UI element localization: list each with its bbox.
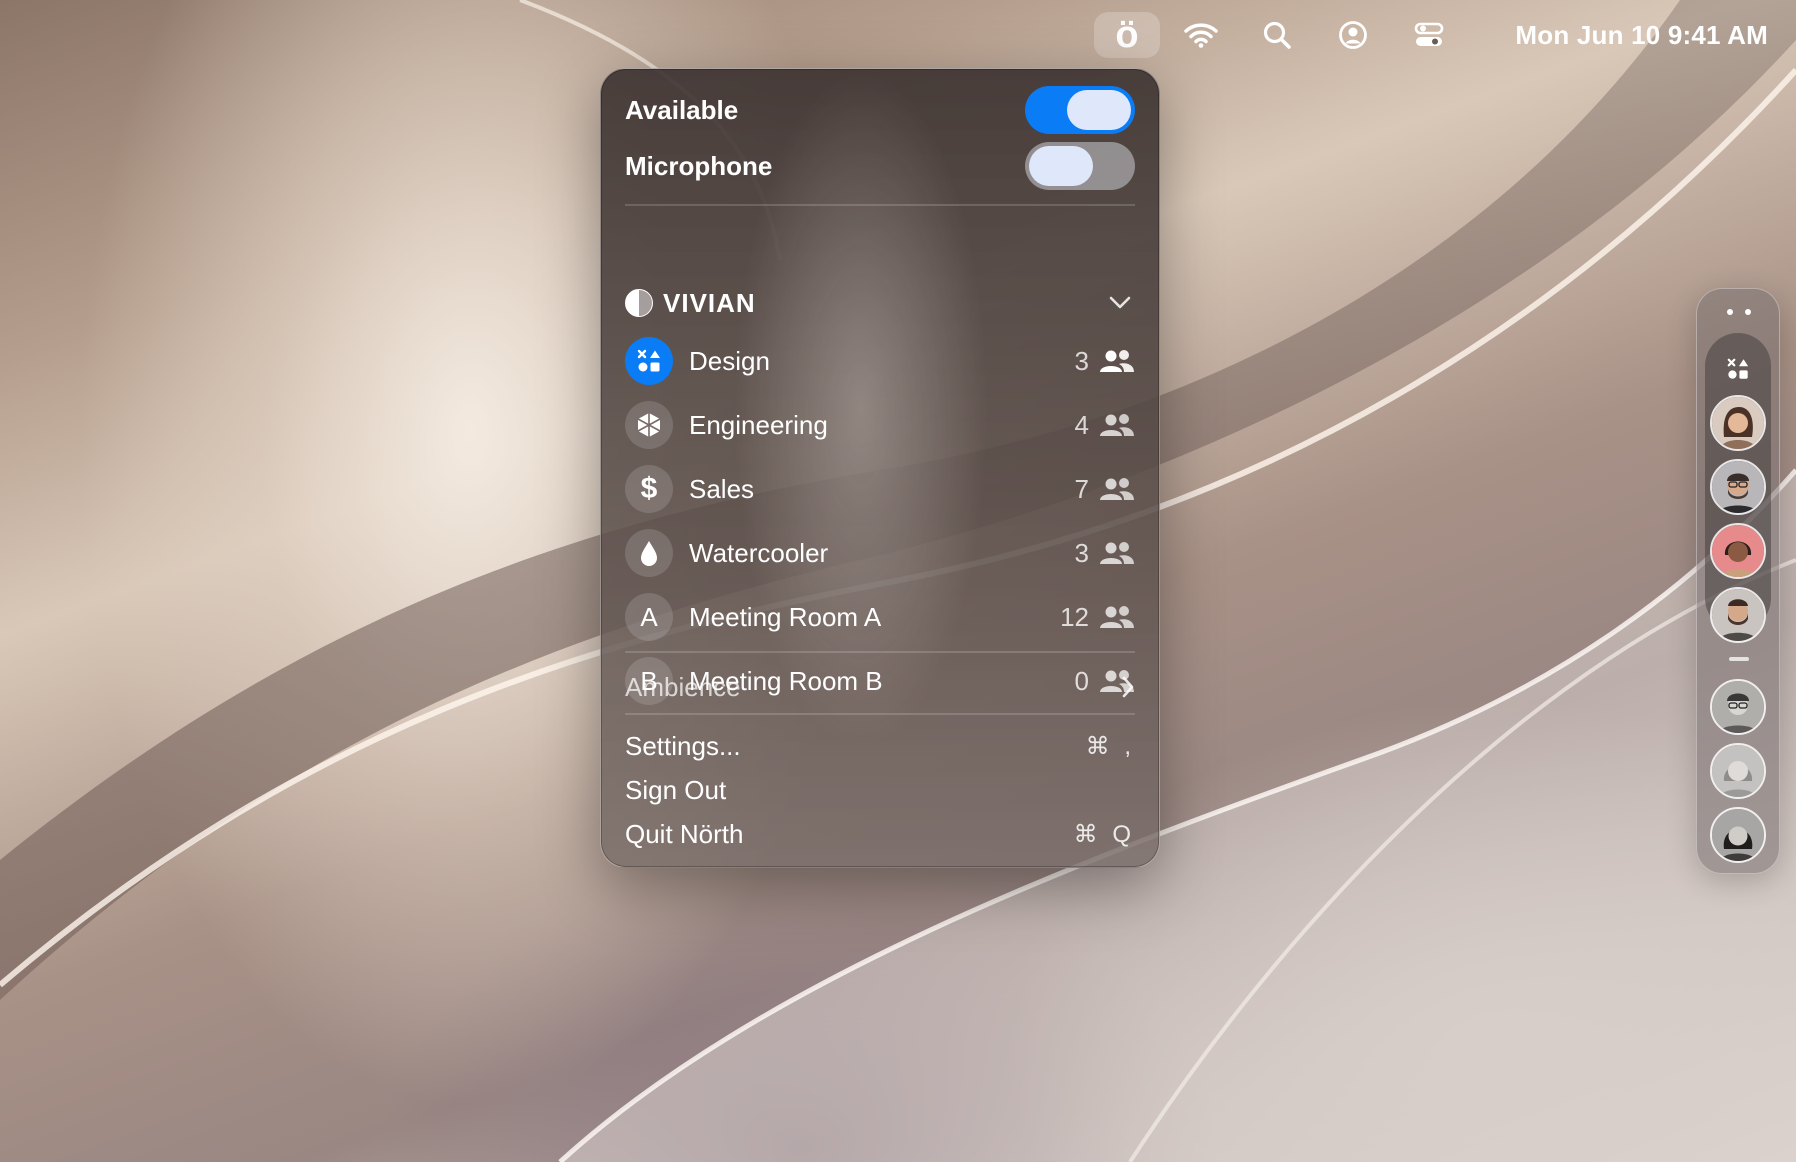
room-sales[interactable]: $ Sales 7 xyxy=(625,461,1135,517)
cube-icon xyxy=(625,401,673,449)
room-member-count: 3 xyxy=(1074,537,1089,568)
room-member-count: 7 xyxy=(1074,473,1089,504)
people-icon xyxy=(1099,476,1135,502)
letter-a-icon: A xyxy=(625,593,673,641)
dock-separator xyxy=(1729,657,1749,661)
sign-out-menu-item[interactable]: Sign Out xyxy=(625,771,1135,809)
people-icon xyxy=(1099,540,1135,566)
shapes-icon xyxy=(625,337,673,385)
org-name: VIVIAN xyxy=(663,287,756,318)
chevron-down-icon[interactable] xyxy=(1105,288,1135,318)
avatar[interactable] xyxy=(1710,523,1766,579)
divider xyxy=(625,204,1135,206)
sign-out-label: Sign Out xyxy=(625,774,727,805)
dollar-icon: $ xyxy=(625,465,673,513)
search-icon[interactable] xyxy=(1254,12,1300,58)
avatar[interactable] xyxy=(1710,807,1766,863)
microphone-label: Microphone xyxy=(625,150,773,181)
north-menu-panel: Available Microphone VIVIAN Design 3 Eng… xyxy=(600,68,1160,868)
available-toggle[interactable] xyxy=(1025,86,1135,134)
people-icon xyxy=(1099,604,1135,630)
org-logo-icon xyxy=(625,289,653,317)
avatar[interactable] xyxy=(1710,679,1766,735)
room-dock xyxy=(1696,288,1780,874)
room-name: Sales xyxy=(689,473,755,504)
room-name: Engineering xyxy=(689,409,828,440)
microphone-row: Microphone xyxy=(625,141,1135,191)
room-name: Design xyxy=(689,345,770,376)
available-label: Available xyxy=(625,94,739,125)
room-name: Meeting Room A xyxy=(689,601,882,632)
quit-label: Quit Nörth xyxy=(625,818,744,849)
available-row: Available xyxy=(625,85,1135,135)
ambience-label: Ambience xyxy=(625,671,741,702)
quit-shortcut: ⌘ Q xyxy=(1073,820,1135,848)
dock-drag-handle[interactable] xyxy=(1727,309,1751,317)
settings-shortcut: ⌘ , xyxy=(1085,732,1135,760)
wifi-icon[interactable] xyxy=(1178,12,1224,58)
room-member-count: 3 xyxy=(1074,345,1089,376)
divider xyxy=(625,651,1135,653)
chevron-right-icon xyxy=(1122,676,1134,698)
toggle-knob xyxy=(1029,146,1093,186)
microphone-toggle[interactable] xyxy=(1025,142,1135,190)
room-name: Watercooler xyxy=(689,537,829,568)
divider xyxy=(625,713,1135,715)
menu-bar-clock[interactable]: Mon Jun 10 9:41 AM xyxy=(1486,14,1768,56)
quit-menu-item[interactable]: Quit Nörth ⌘ Q xyxy=(625,815,1135,853)
avatar[interactable] xyxy=(1710,395,1766,451)
north-app-menu-icon[interactable]: ö xyxy=(1094,12,1160,58)
room-member-count: 4 xyxy=(1074,409,1089,440)
room-meeting-a[interactable]: A Meeting Room A 12 xyxy=(625,589,1135,645)
avatar[interactable] xyxy=(1710,459,1766,515)
drop-icon xyxy=(625,529,673,577)
shapes-icon[interactable] xyxy=(1714,345,1762,393)
current-room-group xyxy=(1705,333,1771,643)
menu-bar: ö Mon Jun 10 9:41 AM xyxy=(0,0,1796,70)
room-engineering[interactable]: Engineering 4 xyxy=(625,397,1135,453)
people-icon xyxy=(1099,412,1135,438)
avatar[interactable] xyxy=(1710,743,1766,799)
room-watercooler[interactable]: Watercooler 3 xyxy=(625,525,1135,581)
people-icon xyxy=(1099,348,1135,374)
settings-menu-item[interactable]: Settings... ⌘ , xyxy=(625,727,1135,765)
toggle-knob xyxy=(1067,90,1131,130)
avatar[interactable] xyxy=(1710,587,1766,643)
room-design[interactable]: Design 3 xyxy=(625,333,1135,389)
user-circle-icon[interactable] xyxy=(1330,12,1376,58)
settings-label: Settings... xyxy=(625,730,741,761)
ambience-item[interactable]: Ambience xyxy=(625,667,1135,707)
org-header[interactable]: VIVIAN xyxy=(625,283,1135,323)
control-center-icon[interactable] xyxy=(1406,12,1452,58)
room-member-count: 12 xyxy=(1060,601,1089,632)
